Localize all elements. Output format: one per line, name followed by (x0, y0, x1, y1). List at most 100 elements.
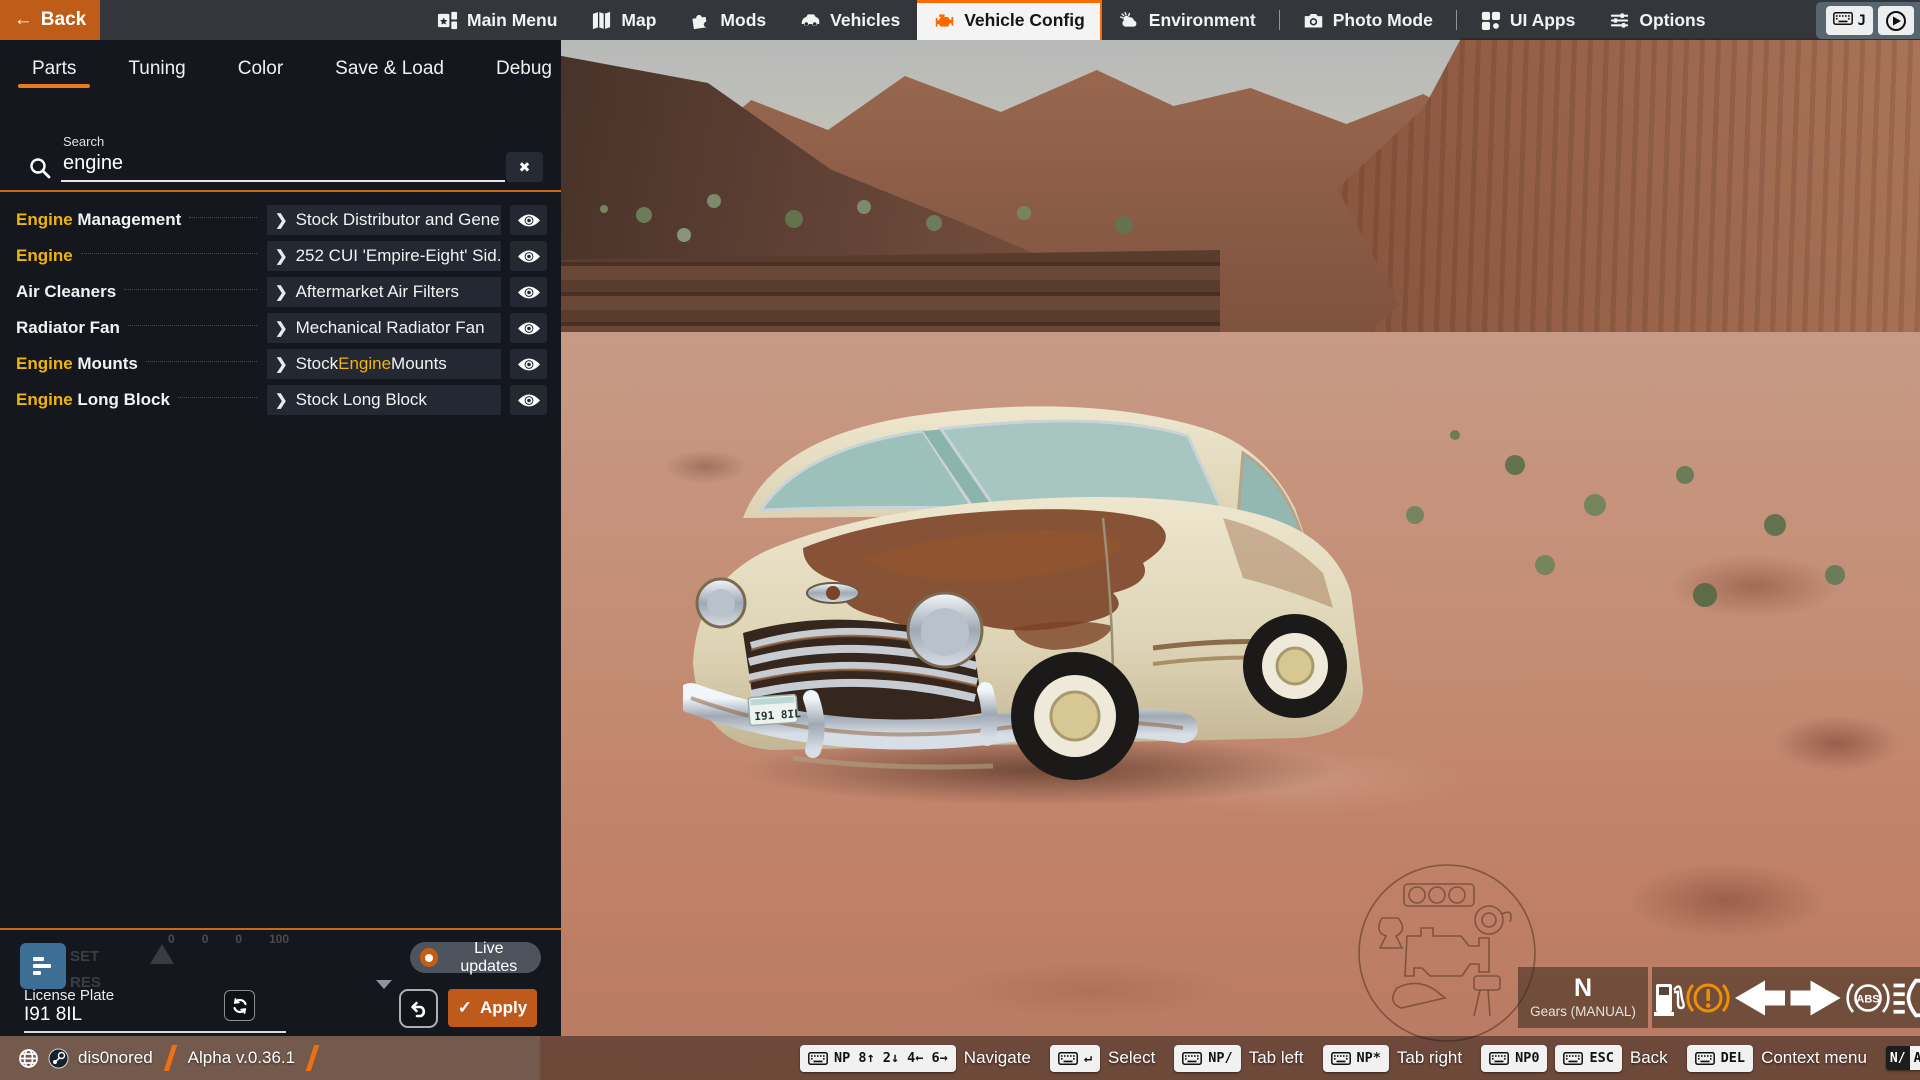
part-visibility-toggle[interactable] (510, 349, 547, 379)
part-slot-dropdown[interactable]: ❯Stock Engine Mounts (267, 349, 501, 379)
globe-icon (18, 1048, 39, 1069)
headlight-icon (1891, 978, 1920, 1018)
clear-search-button[interactable]: ✖ (506, 152, 543, 182)
top-menu-item-environment[interactable]: Environment (1102, 0, 1273, 40)
vehicle-indicator-lights: ABS (1652, 967, 1920, 1028)
ghost-number: 0 (235, 932, 242, 946)
hint-label: Select (1108, 1048, 1155, 1068)
parts-row: Engine Management❯Stock Distributor and … (16, 205, 547, 235)
vehicle-burnside: I91 8IL (683, 398, 1383, 798)
top-menu-item-main-menu[interactable]: Main Menu (420, 0, 574, 40)
input-hints: NP 8↑ 2↓ 4← 6→Navigate↵SelectNP/Tab left… (800, 1036, 1920, 1080)
input-hint-tab-right: NP*Tab right (1323, 1045, 1463, 1072)
camera-icon (1303, 10, 1324, 31)
arrow-right-icon (1788, 978, 1846, 1018)
tab-debug[interactable]: Debug (470, 48, 578, 92)
top-menu-item-ui-apps[interactable]: UI Apps (1463, 0, 1592, 40)
randomize-plate-button[interactable] (224, 990, 255, 1021)
live-updates-toggle[interactable]: Live updates (410, 942, 541, 973)
top-menu-item-options[interactable]: Options (1592, 0, 1722, 40)
top-menu-item-label: Vehicle Config (964, 10, 1085, 31)
mods-icon (690, 10, 711, 31)
tab-tuning[interactable]: Tuning (102, 48, 211, 92)
keyboard-icon (1563, 1052, 1583, 1065)
chevron-right-icon: ❯ (275, 247, 288, 265)
chevron-right-icon: ❯ (275, 211, 288, 229)
top-menu-item-map[interactable]: Map (574, 0, 673, 40)
chevron-right-icon: ❯ (275, 391, 288, 409)
part-visibility-toggle[interactable] (510, 385, 547, 415)
keyboard-device-button[interactable]: J (1826, 6, 1873, 35)
parts-row: Engine Mounts❯Stock Engine Mounts (16, 349, 547, 379)
menu-separator (1456, 10, 1457, 30)
key-pill: NP0 (1481, 1045, 1547, 1072)
top-menu: Main Menu Map ModsVehicles Vehicle Config En… (420, 0, 1722, 40)
arrow-left-icon (1730, 978, 1788, 1018)
dotted-leader (146, 361, 257, 362)
menu-separator (1279, 10, 1280, 30)
back-arrow-icon: ← (14, 9, 33, 31)
separator-slash (306, 1045, 319, 1071)
part-slot-dropdown[interactable]: ❯Mechanical Radiator Fan (267, 313, 501, 343)
top-menu-item-vehicle-config[interactable]: Vehicle Config (917, 0, 1102, 40)
undo-icon (408, 999, 430, 1019)
map-icon (591, 10, 612, 31)
dotted-leader (124, 289, 257, 290)
keyboard-icon (808, 1052, 828, 1065)
keyboard-icon (1058, 1052, 1078, 1065)
apply-button[interactable]: ✓ Apply (448, 989, 537, 1027)
bars-icon (30, 954, 56, 978)
vehicles-icon (800, 10, 821, 31)
input-device-switcher: J (1816, 2, 1920, 39)
key-pill: NP/ (1174, 1045, 1240, 1072)
part-slot-dropdown[interactable]: ❯Aftermarket Air Filters (267, 277, 501, 307)
svg-text:ABS: ABS (1856, 993, 1879, 1005)
fuel-icon (1652, 978, 1686, 1018)
input-hint-select: ↵ Select (1050, 1045, 1155, 1072)
part-visibility-toggle[interactable] (510, 277, 547, 307)
hint-label: Context menu (1761, 1048, 1867, 1068)
search-input[interactable] (61, 150, 505, 182)
top-menu-item-vehicles[interactable]: Vehicles (783, 0, 917, 40)
hint-label: Navigate (964, 1048, 1031, 1068)
top-menu-item-label: UI Apps (1510, 10, 1575, 31)
eye-icon (517, 357, 541, 372)
eye-icon (517, 213, 541, 228)
play-button[interactable] (1878, 6, 1914, 35)
top-menu-item-photo-mode[interactable]: Photo Mode (1286, 0, 1450, 40)
part-visibility-toggle[interactable] (510, 313, 547, 343)
refresh-icon (231, 997, 249, 1015)
key-pill: ↵ (1050, 1045, 1100, 1072)
part-slot-dropdown[interactable]: ❯Stock Distributor and Gene... (267, 205, 501, 235)
steam-icon (48, 1048, 69, 1069)
version-label: Alpha v.0.36.1 (188, 1048, 295, 1068)
search-label: Search (63, 134, 104, 149)
keyboard-icon (1695, 1052, 1715, 1065)
keyboard-icon (1833, 12, 1853, 29)
part-visibility-toggle[interactable] (510, 205, 547, 235)
play-icon (1885, 10, 1907, 32)
tuning-values-button[interactable] (20, 943, 66, 989)
separator-slash (163, 1045, 176, 1071)
input-hint-highlight: N/AHighlight (1886, 1046, 1920, 1070)
part-category-label: Engine (16, 246, 73, 266)
toggle-on-icon (420, 948, 438, 967)
tab-save-load[interactable]: Save & Load (309, 48, 470, 92)
engine-icon (934, 10, 955, 31)
part-visibility-toggle[interactable] (510, 241, 547, 271)
keyboard-icon (1331, 1052, 1351, 1065)
back-button[interactable]: ← Back (0, 0, 100, 40)
dotted-leader (128, 325, 257, 326)
top-menu-item-label: Map (621, 10, 656, 31)
part-slot-dropdown[interactable]: ❯252 CUI 'Empire-Eight' Sid... (267, 241, 501, 271)
input-hint-navigate: NP 8↑ 2↓ 4← 6→Navigate (800, 1045, 1031, 1072)
ghost-set-label: SET (70, 948, 99, 965)
chevron-right-icon: ❯ (275, 355, 288, 373)
tab-parts[interactable]: Parts (6, 48, 102, 92)
input-hint-back: NP0ESCBack (1481, 1045, 1668, 1072)
undo-caret-icon (376, 980, 392, 989)
tab-color[interactable]: Color (212, 48, 309, 92)
part-slot-dropdown[interactable]: ❯Stock Long Block (267, 385, 501, 415)
undo-button[interactable] (399, 989, 438, 1028)
top-menu-item-mods[interactable]: Mods (673, 0, 783, 40)
